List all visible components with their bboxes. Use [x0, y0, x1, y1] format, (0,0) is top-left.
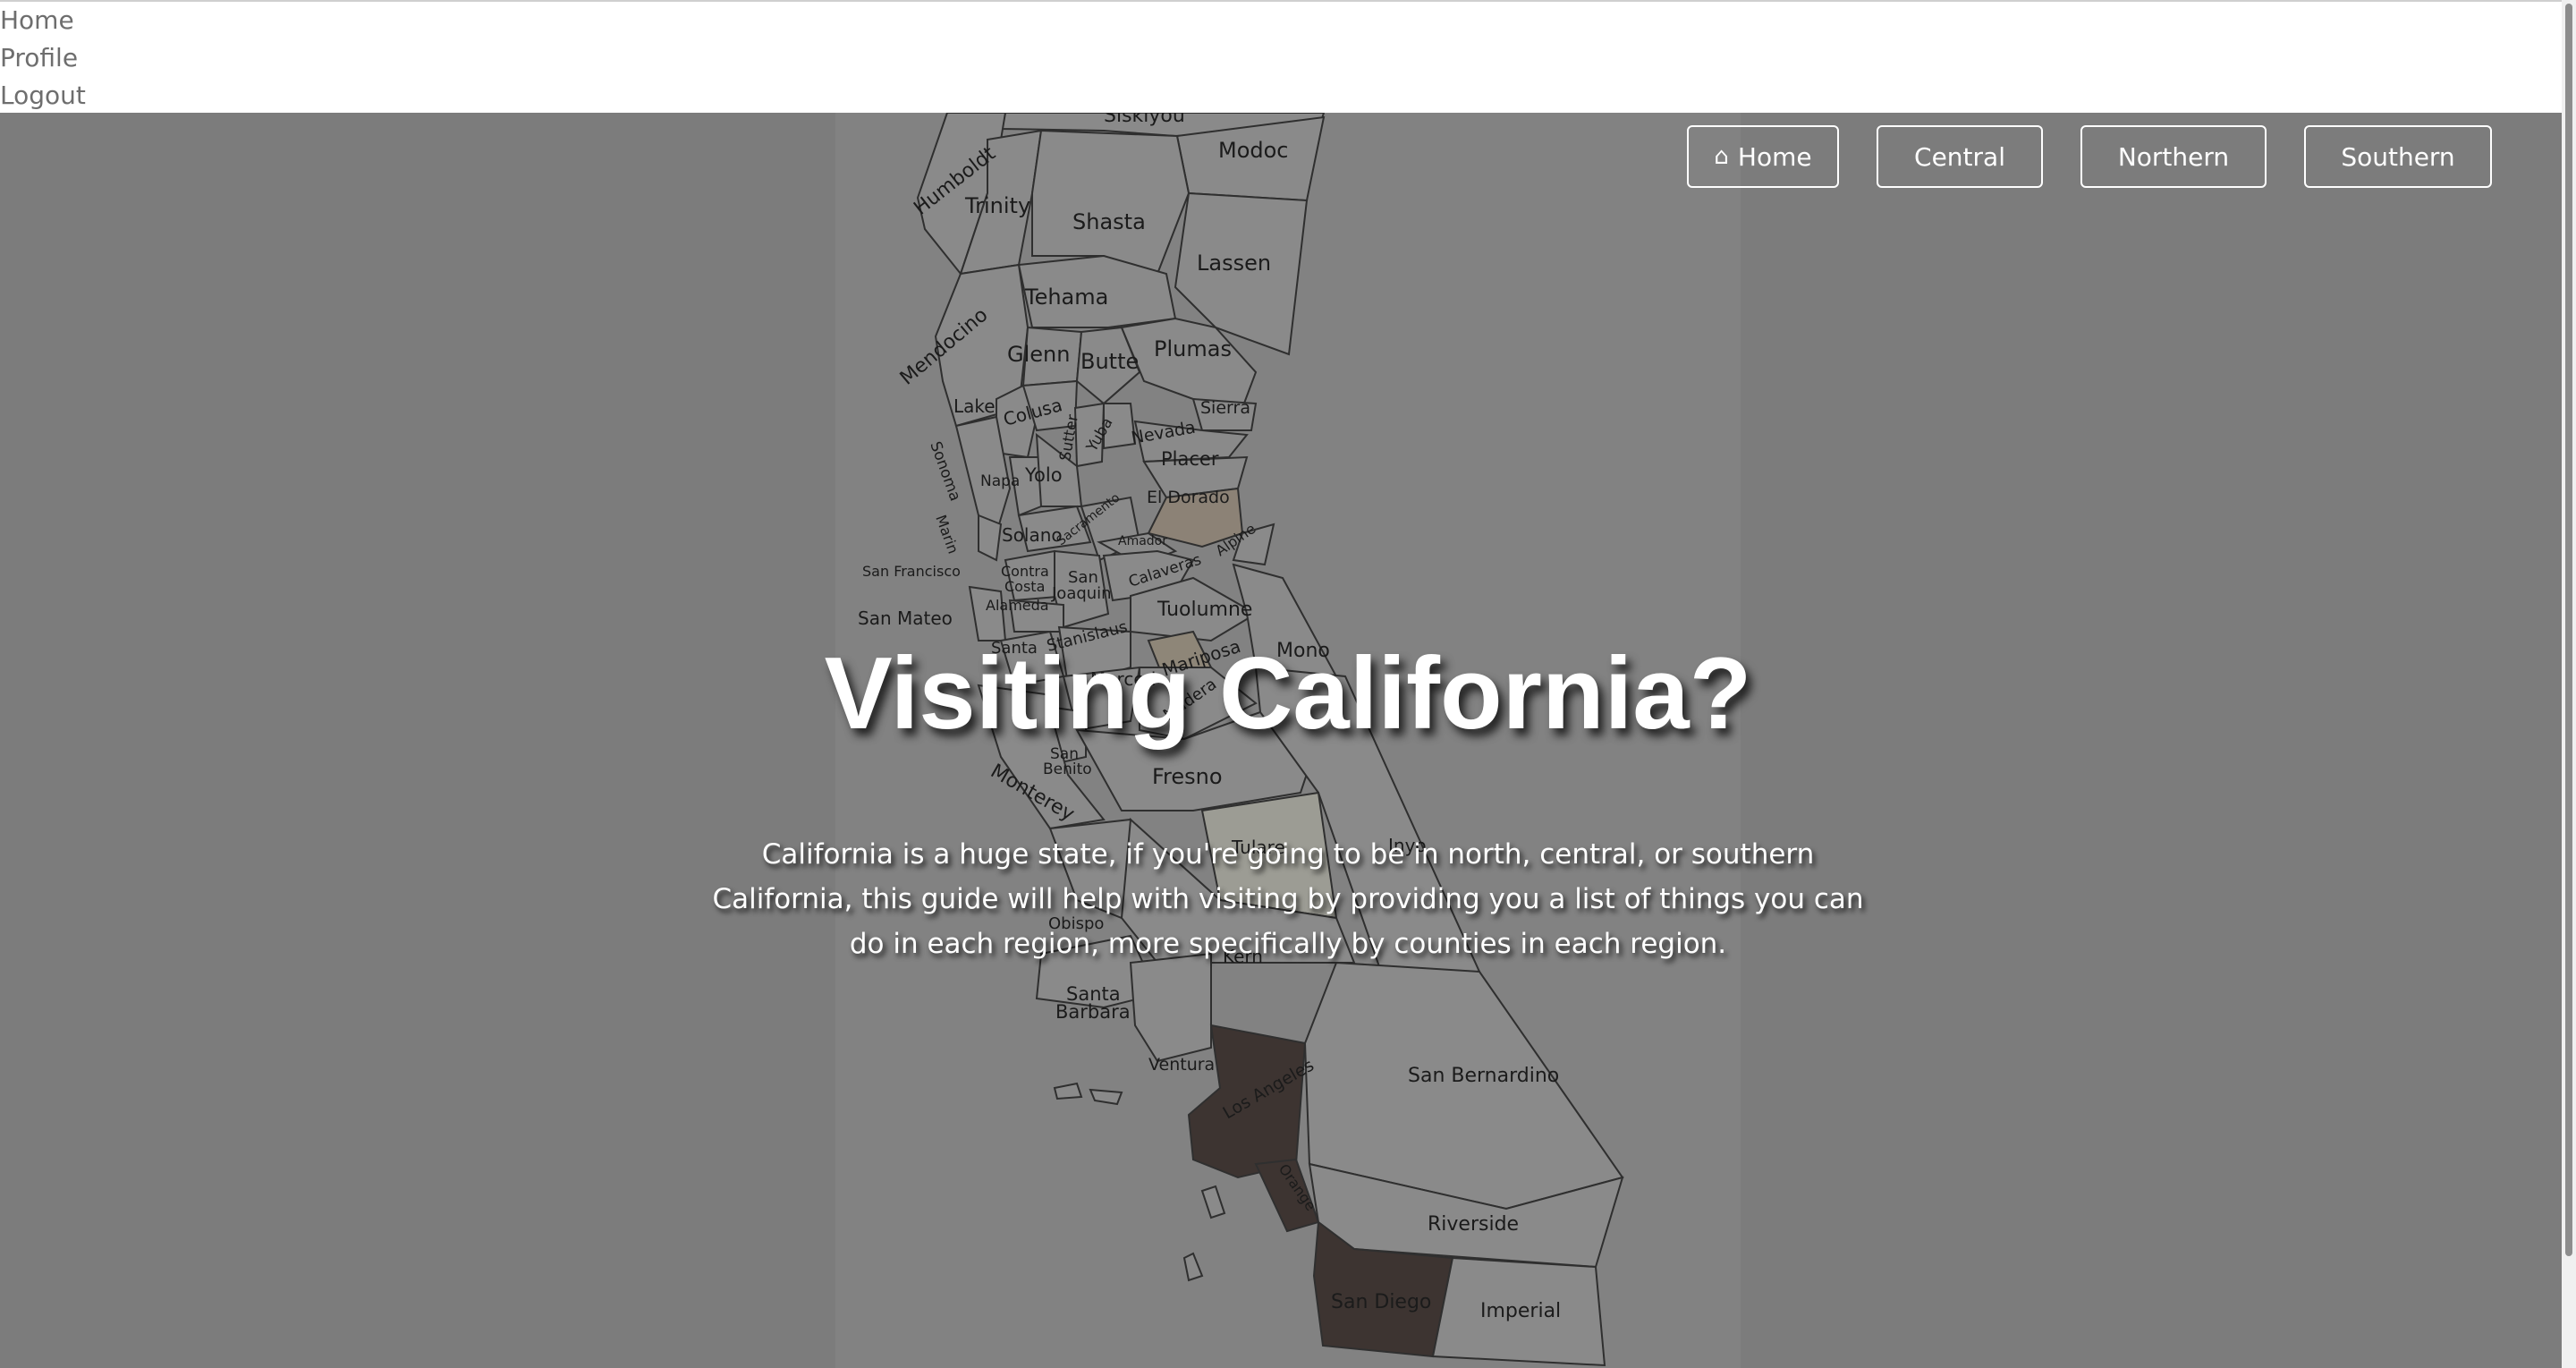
label-lake: Lake — [953, 395, 996, 417]
label-marin: Marin — [932, 513, 962, 557]
southern-button[interactable]: Southern — [2304, 125, 2492, 188]
island-4 — [1182, 1252, 1204, 1282]
northern-button-label: Northern — [2117, 141, 2230, 172]
label-sierra: Sierra — [1200, 398, 1250, 418]
label-yolo: Yolo — [1024, 464, 1063, 486]
label-shasta: Shasta — [1072, 209, 1146, 234]
label-imperial: Imperial — [1480, 1300, 1561, 1322]
top-link-logout[interactable]: Logout — [0, 77, 2576, 115]
label-san-mateo: San Mateo — [858, 608, 953, 629]
intro-text: California is a huge state, if you're go… — [712, 838, 1864, 960]
label-san-diego: San Diego — [1331, 1291, 1431, 1313]
label-san-francisco: San Francisco — [862, 563, 961, 580]
label-sonoma: Sonoma — [926, 439, 964, 504]
label-san-bernardino: San Bernardino — [1408, 1065, 1559, 1087]
northern-button[interactable]: Northern — [2080, 125, 2267, 188]
top-links: Home Profile Logout — [0, 0, 2576, 113]
home-icon: ⌂ — [1714, 143, 1729, 170]
label-amador: Amador — [1118, 534, 1167, 548]
scrollbar-thumb[interactable] — [2565, 4, 2572, 1256]
label-butte: Butte — [1080, 349, 1139, 374]
central-button[interactable]: Central — [1877, 125, 2043, 188]
label-lassen: Lassen — [1197, 251, 1271, 276]
county-san-mateo — [968, 585, 1007, 642]
region-nav: ⌂ Home Central Northern Southern — [1687, 125, 2492, 188]
label-san-benito-2: Benito — [1043, 760, 1092, 778]
island-2 — [1089, 1088, 1123, 1106]
label-trinity: Trinity — [964, 193, 1030, 218]
label-tehama: Tehama — [1024, 285, 1108, 310]
label-el-dorado: El Dorado — [1147, 488, 1230, 507]
label-glenn: Glenn — [1007, 342, 1070, 367]
label-san-joaquin-2: Joaquin — [1051, 584, 1112, 603]
label-solano: Solano — [1002, 524, 1063, 546]
county-marin — [978, 514, 1003, 562]
central-button-label: Central — [1914, 141, 2005, 172]
label-contra-costa-2: Costa — [1004, 578, 1045, 595]
label-plumas: Plumas — [1154, 336, 1232, 361]
hero-section: Siskiyou Modoc Humboldt Trinity Shasta L… — [0, 113, 2576, 1368]
page-title: Visiting California? — [824, 637, 1752, 751]
island-3 — [1200, 1185, 1226, 1219]
scrollbar[interactable] — [2562, 0, 2576, 1368]
southern-button-label: Southern — [2341, 141, 2455, 172]
label-santa-barbara-2: Barbara — [1055, 1001, 1131, 1023]
label-alameda: Alameda — [986, 597, 1049, 614]
county-ventura — [1129, 952, 1212, 1063]
label-napa: Napa — [980, 472, 1020, 490]
label-tuolumne: Tuolumne — [1157, 599, 1252, 621]
home-button[interactable]: ⌂ Home — [1687, 125, 1839, 188]
label-riverside: Riverside — [1428, 1213, 1519, 1236]
home-button-label: Home — [1737, 141, 1812, 172]
label-ventura: Ventura — [1148, 1055, 1215, 1075]
top-link-profile[interactable]: Profile — [0, 39, 2576, 77]
label-modoc: Modoc — [1218, 138, 1289, 163]
top-link-home[interactable]: Home — [0, 2, 2576, 39]
label-fresno: Fresno — [1152, 764, 1223, 789]
county-shasta — [1031, 129, 1191, 276]
island-1 — [1053, 1082, 1083, 1100]
label-placer: Placer — [1161, 448, 1219, 470]
label-siskiyou: Siskiyou — [1104, 113, 1185, 127]
